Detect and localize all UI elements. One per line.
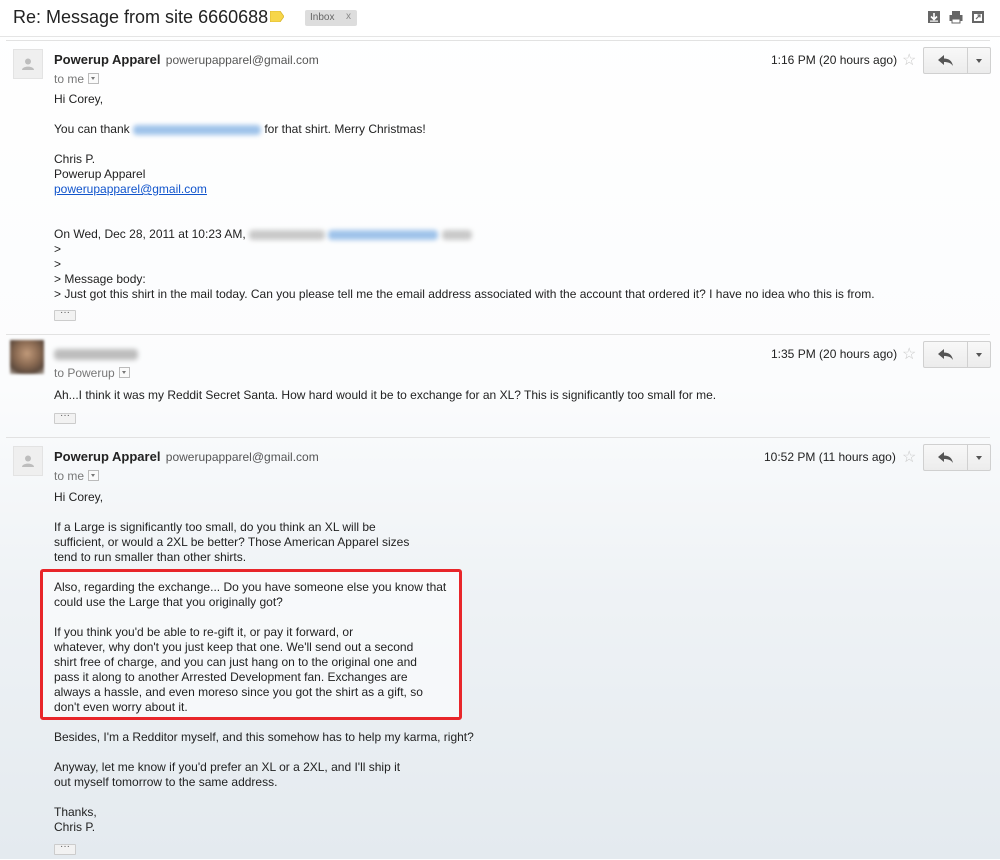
body-line: out myself tomorrow to the same address. [54,775,278,789]
redacted-text [441,229,472,240]
inbox-label-text: Inbox [310,12,335,23]
redacted-email [132,124,261,135]
recipient-text: to me [54,469,85,483]
sign-name: Chris P. [54,820,96,834]
sender-email: powerupapparel@gmail.com [165,450,319,464]
show-trimmed-content-button[interactable]: ··· [54,842,76,855]
quote-header-text: On Wed, Dec 28, 2011 at 10:23 AM, [54,227,246,241]
body-line: pass it along to another Arrested Develo… [54,670,408,684]
recipient-details-dropdown[interactable] [88,73,100,84]
sender-email: powerupapparel@gmail.com [165,53,319,67]
sender-name[interactable]: Powerup Apparel [54,449,160,464]
signature-name: Chris P. [54,152,96,166]
body-line: Ah...I think it was my Reddit Secret San… [54,388,717,402]
reply-button[interactable] [924,342,968,367]
quoted-header: On Wed, Dec 28, 2011 at 10:23 AM, [54,227,472,242]
message-2: to Powerup 1:35 PM (20 hours ago) ☆ Ah..… [6,334,991,435]
sign-off: Thanks, [54,805,97,819]
more-options-dropdown[interactable] [968,342,990,367]
message-time: 1:16 PM (20 hours ago) [771,53,898,67]
quoted-text: > > > Message body: > Just got this shir… [54,242,875,302]
quote-line: > Message body: [54,272,146,286]
reply-button-group [923,444,991,471]
print-icon[interactable] [949,10,963,24]
redacted-name [249,229,326,240]
sender-line [54,347,138,361]
signature-email-link[interactable]: powerupapparel@gmail.com [54,182,207,196]
more-options-dropdown[interactable] [968,48,990,73]
subject-title: Re: Message from site 6660688 [13,7,269,27]
recipient-details-dropdown[interactable] [88,470,100,481]
signature: Chris P. Powerup Apparel powerupapparel@… [54,152,207,197]
reply-button[interactable] [924,48,968,73]
body-line: sufficient, or would a 2XL be better? Th… [54,535,410,549]
body-line: tend to run smaller than other shirts. [54,550,247,564]
reply-button-group [923,47,991,74]
avatar [13,49,43,79]
new-window-icon[interactable] [971,10,985,24]
star-icon[interactable]: ☆ [902,447,916,467]
reply-button-group [923,341,991,368]
show-trimmed-content-button[interactable]: ··· [54,308,76,321]
body-line: always a hassle, and even moreso since y… [54,685,423,699]
body-line: could use the Large that you originally … [54,595,283,609]
more-options-dropdown[interactable] [968,445,990,470]
quote-line: > [54,257,62,271]
body-line: Anyway, let me know if you'd prefer an X… [54,760,401,774]
star-icon[interactable]: ☆ [902,50,916,70]
body-line: whatever, why don't you just keep that o… [54,640,414,654]
recipient-text: to Powerup [54,366,115,380]
show-trimmed-content-button[interactable]: ··· [54,411,76,424]
message-body: Hi Corey, [54,92,103,107]
message-body: Ah...I think it was my Reddit Secret San… [54,388,716,403]
body-line: Besides, I'm a Redditor myself, and this… [54,730,474,744]
important-label-icon[interactable] [270,11,284,22]
body-line: shirt free of charge, and you can just h… [54,655,417,669]
sender-line: Powerup Apparel powerupapparel@gmail.com [54,449,319,464]
message-1: Powerup Apparel powerupapparel@gmail.com… [6,40,991,333]
greeting: Hi Corey, [54,490,104,504]
avatar [13,446,43,476]
quote-line: > Just got this shirt in the mail today.… [54,287,875,301]
thank-suffix: for that shirt. Merry Christmas! [264,122,426,136]
sender-name[interactable]: Powerup Apparel [54,52,160,67]
message-time: 10:52 PM (11 hours ago) [764,450,896,464]
recipient-line: to me [54,469,100,483]
reply-button[interactable] [924,445,968,470]
redacted-email [328,229,439,240]
subject-bar: Re: Message from site 6660688 Inbox x [0,0,1000,37]
message-3-body: Hi Corey, If a Large is significantly to… [54,490,474,835]
body-line: If a Large is significantly too small, d… [54,520,376,534]
recipient-line: to Powerup [54,366,130,380]
signature-company: Powerup Apparel [54,167,146,181]
recipient-text: to me [54,72,85,86]
download-icon[interactable] [927,10,941,24]
thank-line: You can thank for that shirt. Merry Chri… [54,122,426,137]
redacted-sender-name[interactable] [54,349,138,361]
body-line: If you think you'd be able to re-gift it… [54,625,354,639]
message-time: 1:35 PM (20 hours ago) [771,347,898,361]
recipient-details-dropdown[interactable] [118,367,130,378]
body-line: Also, regarding the exchange... Do you h… [54,580,447,594]
sender-line: Powerup Apparel powerupapparel@gmail.com [54,52,319,67]
remove-label-button[interactable]: x [346,11,351,22]
body-line: don't even worry about it. [54,700,188,714]
star-icon[interactable]: ☆ [902,344,916,364]
greeting: Hi Corey, [54,92,104,106]
avatar [10,340,44,374]
inbox-label-chip[interactable]: Inbox x [305,10,357,26]
recipient-line: to me [54,72,100,86]
quote-line: > [54,242,62,256]
thank-prefix: You can thank [54,122,130,136]
